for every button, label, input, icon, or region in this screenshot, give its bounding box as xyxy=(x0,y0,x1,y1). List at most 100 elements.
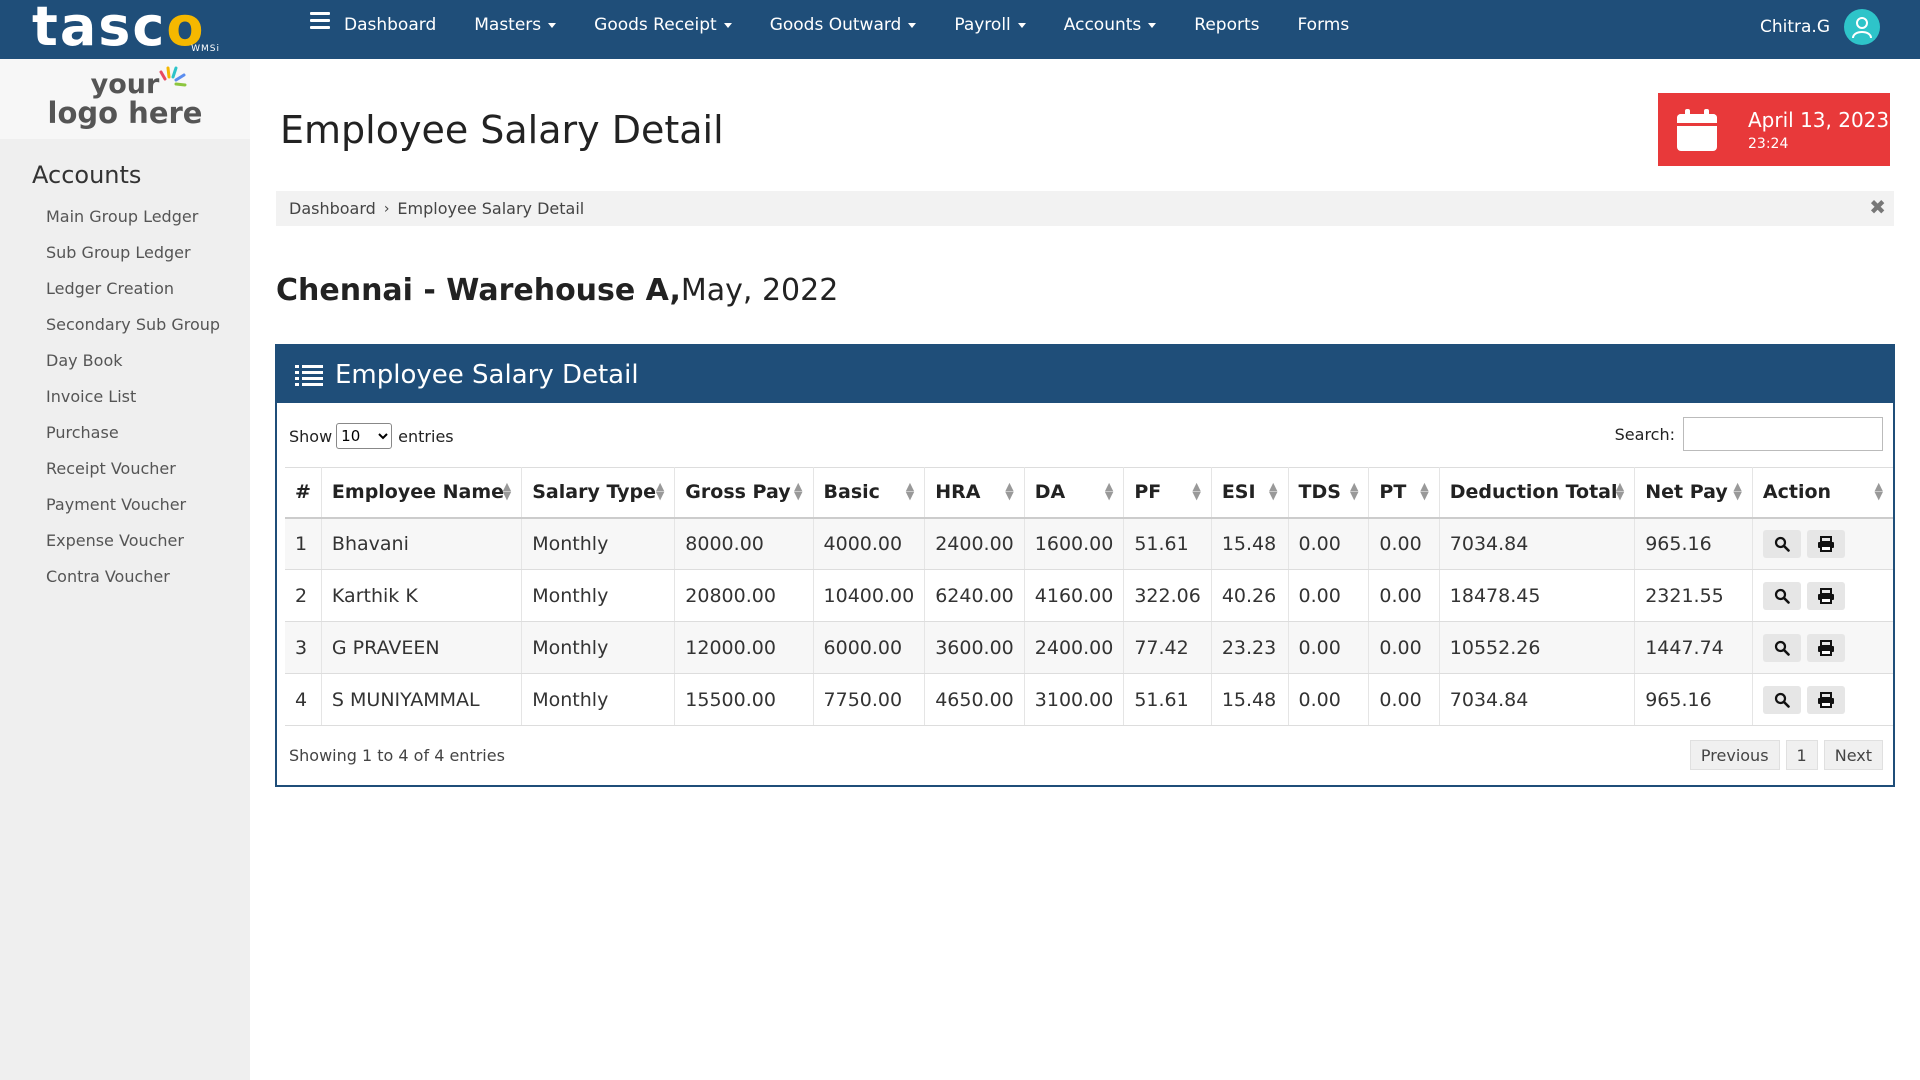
cell-salary-type: Monthly xyxy=(521,673,676,726)
cell-basic: 4000.00 xyxy=(813,517,926,570)
sidebar-item-ledger-creation[interactable]: Ledger Creation xyxy=(46,271,250,307)
print-button[interactable] xyxy=(1806,529,1845,558)
print-button[interactable] xyxy=(1806,633,1845,662)
nav-forms[interactable]: Forms xyxy=(1298,15,1350,35)
nav-payroll[interactable]: Payroll xyxy=(954,15,1026,35)
cell-deduction-total: 7034.84 xyxy=(1439,673,1636,726)
cell-pf: 51.61 xyxy=(1123,673,1212,726)
previous-button[interactable]: Previous xyxy=(1689,740,1780,770)
print-button[interactable] xyxy=(1806,685,1845,714)
menu-toggle-icon[interactable] xyxy=(310,12,330,32)
sidebar-item-invoice-list[interactable]: Invoice List xyxy=(46,379,250,415)
view-button[interactable] xyxy=(1762,581,1801,610)
nav-goods-outward[interactable]: Goods Outward xyxy=(770,15,917,35)
cell-salary-type: Monthly xyxy=(521,517,676,570)
user-menu[interactable]: Chitra.G xyxy=(1760,9,1880,45)
col-pf[interactable]: PF ▲ ▼ xyxy=(1123,467,1212,519)
sort-icon: ▲ ▼ xyxy=(502,480,512,502)
col-deduction-total[interactable]: Deduction Total ▲ ▼ xyxy=(1439,467,1636,519)
col-pt[interactable]: PT ▲ ▼ xyxy=(1368,467,1440,519)
current-time: 23:24 xyxy=(1748,135,1789,152)
print-button[interactable] xyxy=(1806,581,1845,610)
cell-tds: 0.00 xyxy=(1288,621,1370,674)
col-employee-name[interactable]: Employee Name ▲ ▼ xyxy=(321,467,523,519)
cell-salary-type: Monthly xyxy=(521,621,676,674)
caret-down-icon xyxy=(1148,22,1157,28)
cell-tds: 0.00 xyxy=(1288,517,1370,570)
cell-index: 1 xyxy=(285,517,322,570)
salary-table: # Employee Name ▲ ▼ Salary Type ▲ ▼ Gross Pa… xyxy=(285,467,1893,726)
page-title: Employee Salary Detail xyxy=(280,108,724,152)
sidebar-item-expense-voucher[interactable]: Expense Voucher xyxy=(46,523,250,559)
view-button[interactable] xyxy=(1762,633,1801,662)
view-button[interactable] xyxy=(1762,529,1801,558)
user-name: Chitra.G xyxy=(1759,17,1830,37)
col-gross-pay[interactable]: Gross Pay ▲ ▼ xyxy=(674,467,814,519)
cell-employee-name: S MUNIYAMMAL xyxy=(321,673,523,726)
cell-action xyxy=(1752,569,1893,622)
main-nav: Dashboard Masters Goods Receipt Goods Ou… xyxy=(344,0,1387,50)
breadcrumb-dashboard[interactable]: Dashboard xyxy=(289,199,376,218)
user-avatar-icon[interactable] xyxy=(1844,9,1880,45)
col-action[interactable]: Action ▲ ▼ xyxy=(1752,467,1893,519)
close-icon[interactable]: ✖ xyxy=(1869,195,1886,219)
col-da[interactable]: DA ▲ ▼ xyxy=(1024,467,1125,519)
cell-index: 3 xyxy=(285,621,322,674)
caret-down-icon xyxy=(548,22,557,28)
sidebar-item-contra-voucher[interactable]: Contra Voucher xyxy=(46,559,250,595)
next-button[interactable]: Next xyxy=(1823,740,1883,770)
page-1-button[interactable]: 1 xyxy=(1785,740,1818,770)
cell-employee-name: G PRAVEEN xyxy=(321,621,523,674)
cell-pf: 77.42 xyxy=(1123,621,1212,674)
sidebar-item-payment-voucher[interactable]: Payment Voucher xyxy=(46,487,250,523)
nav-dashboard[interactable]: Dashboard xyxy=(344,15,436,35)
col-net-pay[interactable]: Net Pay ▲ ▼ xyxy=(1634,467,1753,519)
col-esi[interactable]: ESI ▲ ▼ xyxy=(1211,467,1289,519)
cell-hra: 2400.00 xyxy=(924,517,1025,570)
brand-sub: WMSi xyxy=(191,44,220,54)
cell-basic: 10400.00 xyxy=(813,569,926,622)
sort-icon: ▲ ▼ xyxy=(794,480,803,502)
cell-deduction-total: 18478.45 xyxy=(1439,569,1636,622)
cell-pt: 0.00 xyxy=(1368,517,1440,570)
caret-down-icon xyxy=(723,22,732,28)
col-tds[interactable]: TDS ▲ ▼ xyxy=(1288,467,1370,519)
entries-label: entries xyxy=(398,426,454,446)
sort-icon: ▲ ▼ xyxy=(1874,480,1883,502)
nav-goods-receipt[interactable]: Goods Receipt xyxy=(594,15,732,35)
cell-net-pay: 2321.55 xyxy=(1634,569,1753,622)
location-period: May, 2022 xyxy=(680,273,839,308)
cell-action xyxy=(1752,621,1893,674)
chevron-right-icon: › xyxy=(383,200,390,217)
col-salary-type[interactable]: Salary Type ▲ ▼ xyxy=(521,467,676,519)
show-label: Show xyxy=(289,426,333,446)
logo-text-line2: logo here xyxy=(47,96,203,130)
col-index[interactable]: # xyxy=(285,467,322,519)
col-hra[interactable]: HRA ▲ ▼ xyxy=(924,467,1025,519)
cell-gross-pay: 15500.00 xyxy=(674,673,814,726)
search-input[interactable] xyxy=(1683,417,1883,451)
cell-employee-name: Bhavani xyxy=(321,517,523,570)
sidebar: your logo here Accounts Main Group Ledge… xyxy=(0,59,250,1080)
tasco-logo[interactable]: tasco WMSi xyxy=(32,0,222,56)
nav-accounts[interactable]: Accounts xyxy=(1064,15,1157,35)
sidebar-item-main-group-ledger[interactable]: Main Group Ledger xyxy=(46,199,250,235)
nav-reports[interactable]: Reports xyxy=(1194,15,1259,35)
cell-pt: 0.00 xyxy=(1368,569,1440,622)
table-row: 4 S MUNIYAMMAL Monthly 15500.00 7750.00 … xyxy=(285,673,1893,726)
cell-pt: 0.00 xyxy=(1368,673,1440,726)
sidebar-item-day-book[interactable]: Day Book xyxy=(46,343,250,379)
sidebar-item-purchase[interactable]: Purchase xyxy=(46,415,250,451)
cell-deduction-total: 7034.84 xyxy=(1439,517,1636,570)
page-size-select[interactable]: 10 xyxy=(336,423,393,449)
sidebar-item-secondary-sub-group[interactable]: Secondary Sub Group xyxy=(46,307,250,343)
sidebar-item-sub-group-ledger[interactable]: Sub Group Ledger xyxy=(46,235,250,271)
sidebar-item-receipt-voucher[interactable]: Receipt Voucher xyxy=(46,451,250,487)
view-button[interactable] xyxy=(1762,685,1801,714)
cell-basic: 6000.00 xyxy=(813,621,926,674)
col-basic[interactable]: Basic ▲ ▼ xyxy=(813,467,926,519)
cell-net-pay: 965.16 xyxy=(1634,517,1753,570)
sidebar-heading: Accounts xyxy=(32,161,142,189)
nav-masters[interactable]: Masters xyxy=(474,15,557,35)
cell-da: 4160.00 xyxy=(1024,569,1125,622)
